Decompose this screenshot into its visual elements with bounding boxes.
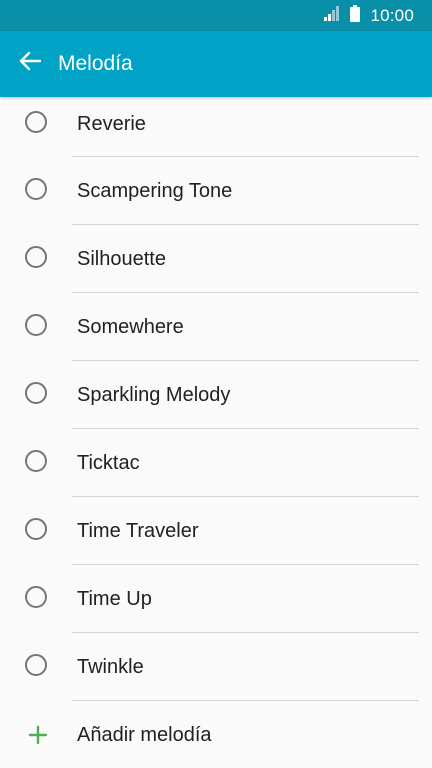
ringtone-item[interactable]: Ticktac — [0, 429, 432, 497]
radio-button[interactable] — [25, 382, 47, 404]
page-title: Melodía — [58, 52, 133, 75]
ringtone-item[interactable]: Twinkle — [0, 633, 432, 701]
ringtone-list: Reverie Scampering Tone Silhouette Somew… — [0, 97, 432, 768]
add-ringtone-label: Añadir melodía — [77, 724, 212, 746]
ringtone-label: Reverie — [77, 113, 146, 135]
ringtone-item[interactable]: Time Up — [0, 565, 432, 633]
radio-button[interactable] — [25, 518, 47, 540]
ringtone-item[interactable]: Reverie — [0, 97, 432, 157]
ringtone-label: Time Traveler — [77, 520, 199, 542]
radio-button[interactable] — [25, 654, 47, 676]
radio-button[interactable] — [25, 314, 47, 336]
signal-icon — [324, 5, 340, 26]
status-icons: 10:00 — [324, 0, 414, 31]
ringtone-label: Scampering Tone — [77, 180, 233, 202]
status-time: 10:00 — [370, 5, 414, 25]
battery-icon — [350, 4, 361, 27]
radio-button[interactable] — [25, 178, 47, 200]
app-bar: Melodía — [0, 31, 432, 97]
back-button[interactable] — [12, 45, 48, 81]
ringtone-item[interactable]: Somewhere — [0, 293, 432, 361]
screen: 10:00 Melodía Reverie Scampering Tone Si… — [0, 0, 432, 768]
ringtone-item[interactable]: Scampering Tone — [0, 157, 432, 225]
plus-icon — [26, 723, 50, 747]
radio-button[interactable] — [25, 450, 47, 472]
radio-button[interactable] — [25, 111, 47, 133]
status-bar: 10:00 — [0, 0, 432, 31]
ringtone-item[interactable]: Sparkling Melody — [0, 361, 432, 429]
ringtone-label: Silhouette — [77, 248, 166, 270]
ringtone-label: Somewhere — [77, 316, 184, 338]
radio-button[interactable] — [25, 586, 47, 608]
radio-button[interactable] — [25, 246, 47, 268]
ringtone-label: Twinkle — [77, 656, 144, 678]
ringtone-item[interactable]: Silhouette — [0, 225, 432, 293]
add-ringtone-button[interactable]: Añadir melodía — [0, 701, 432, 768]
ringtone-label: Ticktac — [77, 452, 140, 474]
ringtone-label: Sparkling Melody — [77, 384, 231, 406]
ringtone-label: Time Up — [77, 588, 152, 610]
ringtone-item[interactable]: Time Traveler — [0, 497, 432, 565]
arrow-left-icon — [19, 51, 42, 76]
